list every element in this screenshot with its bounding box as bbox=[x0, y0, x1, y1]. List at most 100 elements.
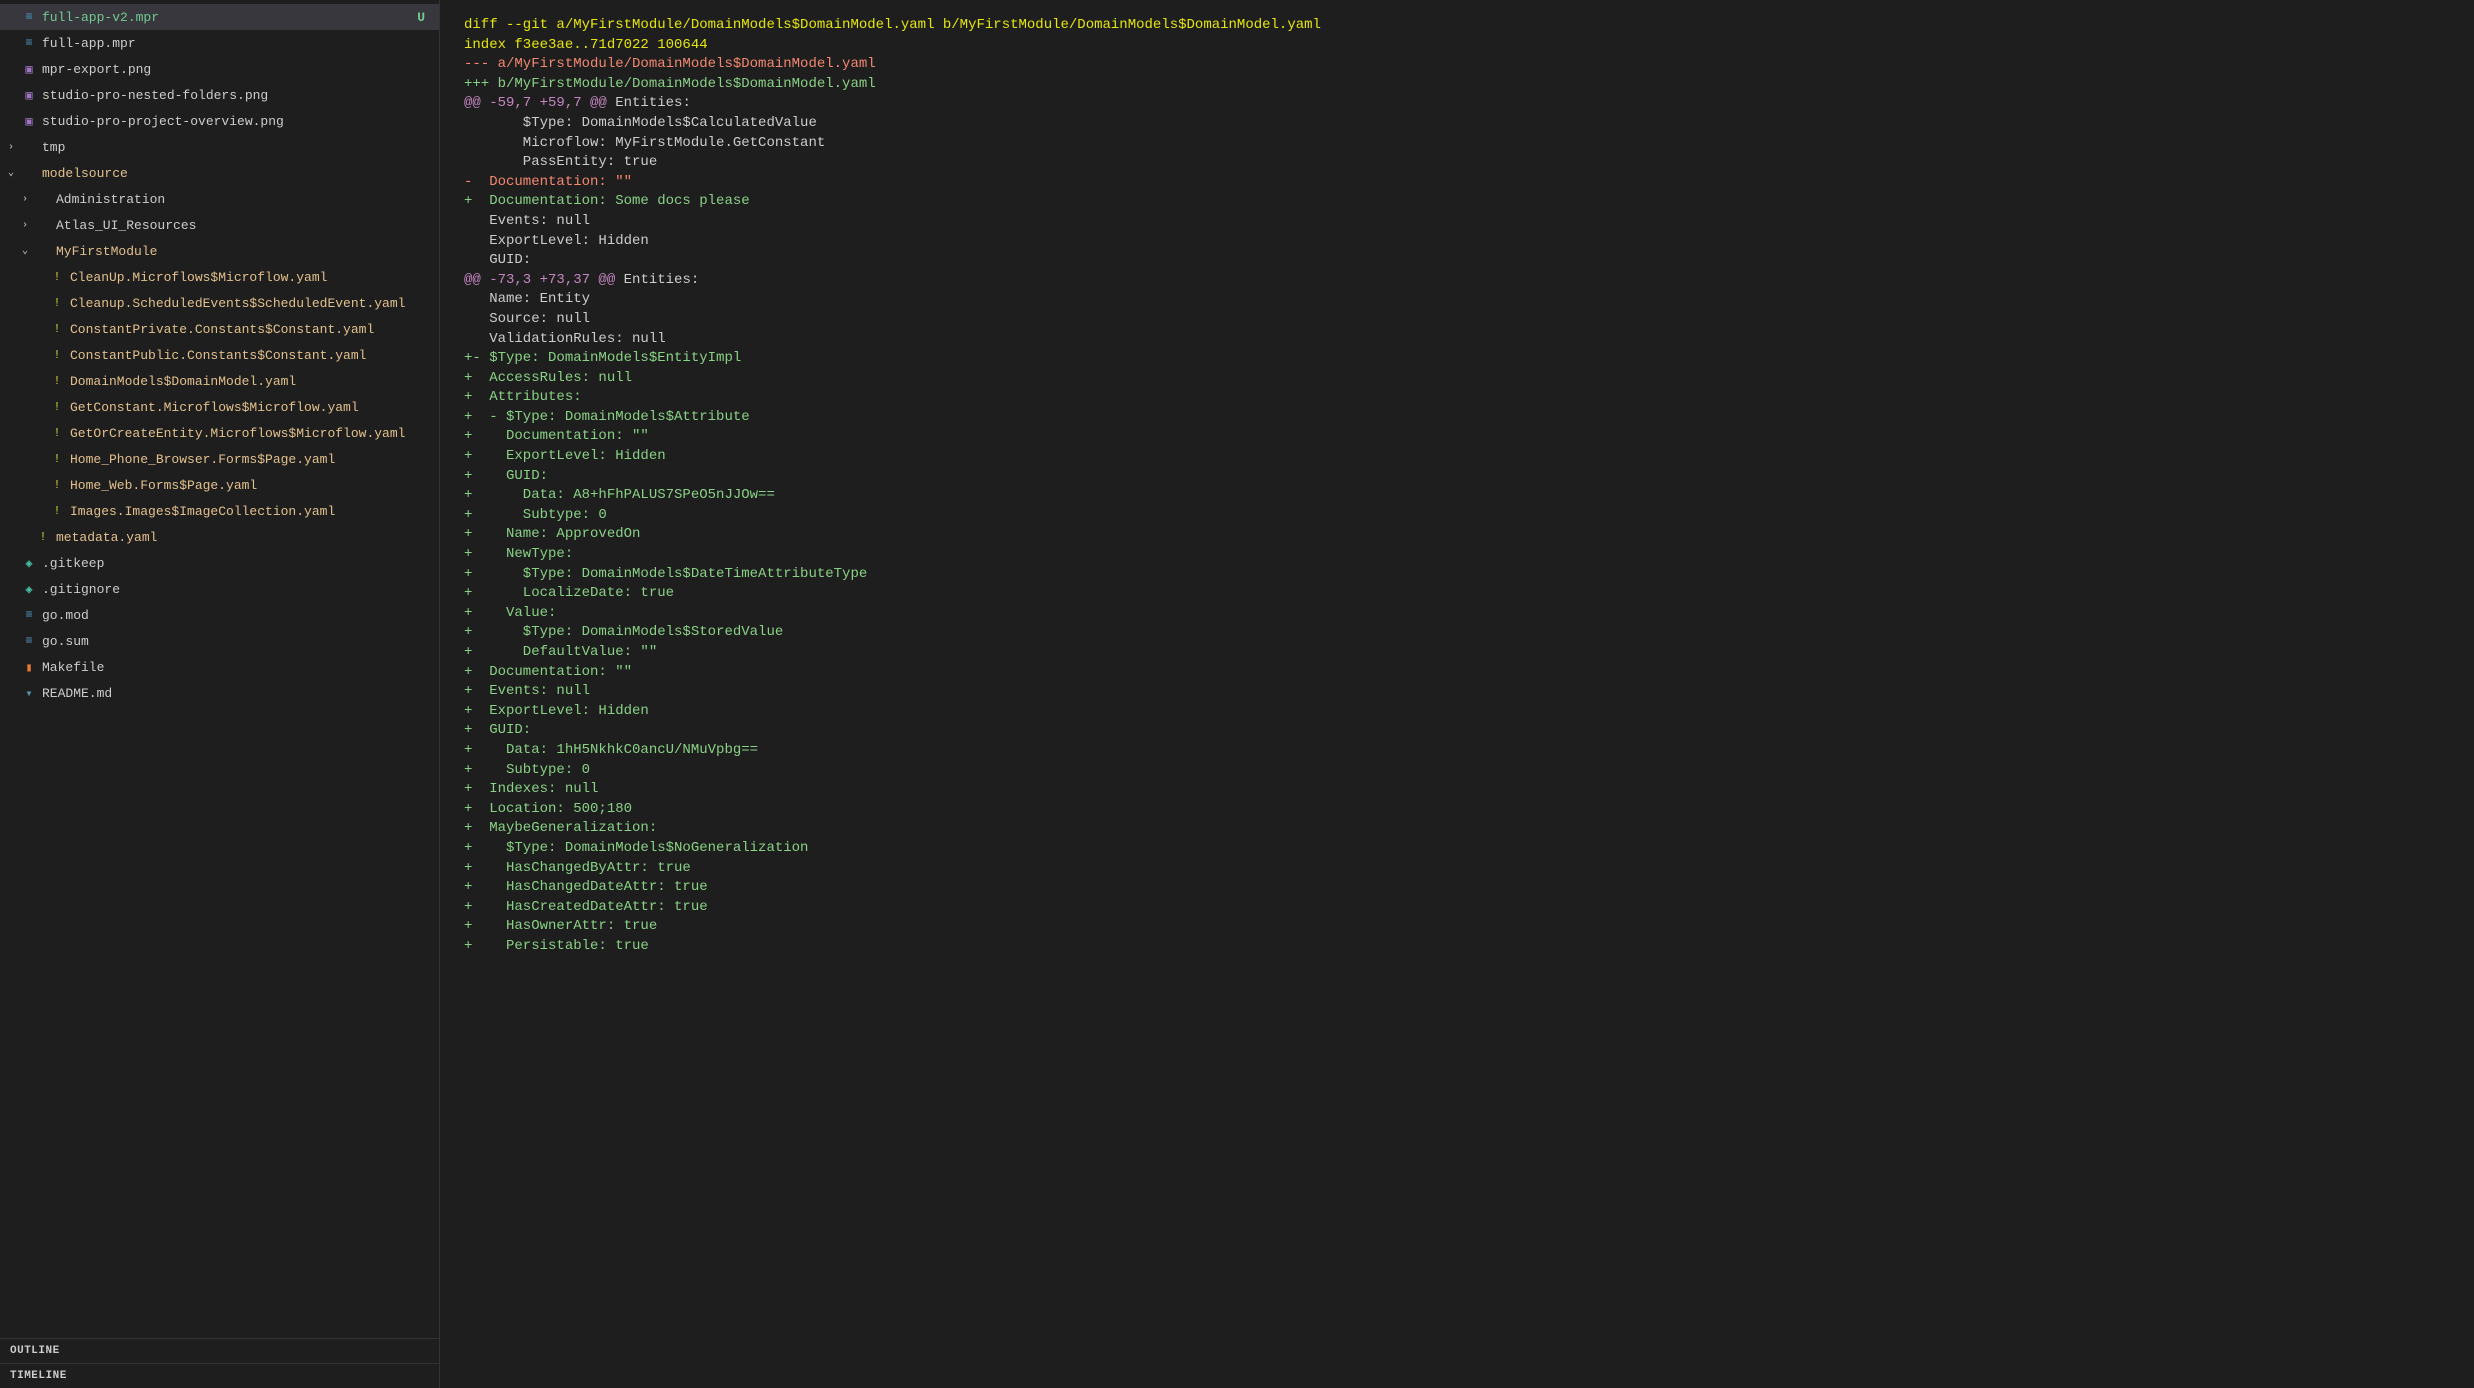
chevron-down-icon[interactable]: ⌄ bbox=[18, 244, 32, 258]
file-label: studio-pro-project-overview.png bbox=[42, 114, 431, 129]
chevron-right-icon[interactable]: › bbox=[4, 140, 18, 154]
diff-line: + HasChangedByAttr: true bbox=[464, 859, 2450, 879]
file-label: ConstantPublic.Constants$Constant.yaml bbox=[70, 348, 431, 363]
yaml-icon: ! bbox=[48, 374, 66, 388]
file-label: GetConstant.Microflows$Microflow.yaml bbox=[70, 400, 431, 415]
diff-line: + MaybeGeneralization: bbox=[464, 819, 2450, 839]
file-label: Cleanup.ScheduledEvents$ScheduledEvent.y… bbox=[70, 296, 431, 311]
tree-item[interactable]: ▣ studio-pro-nested-folders.png bbox=[0, 82, 439, 108]
md-icon: ▾ bbox=[20, 686, 38, 701]
yaml-icon: ! bbox=[48, 270, 66, 284]
diff-line: +++ b/MyFirstModule/DomainModels$DomainM… bbox=[464, 75, 2450, 95]
diff-line: + AccessRules: null bbox=[464, 369, 2450, 389]
diff-line: + HasCreatedDateAttr: true bbox=[464, 898, 2450, 918]
yaml-icon: ! bbox=[48, 322, 66, 336]
tree-item[interactable]: ≡full-app.mpr bbox=[0, 30, 439, 56]
chevron-right-icon[interactable]: › bbox=[18, 192, 32, 206]
tree-item[interactable]: ⌄modelsource bbox=[0, 160, 439, 186]
tree-item[interactable]: › Atlas_UI_Resources bbox=[0, 212, 439, 238]
yaml-icon: ! bbox=[48, 348, 66, 362]
tree-item[interactable]: ≡go.sum bbox=[0, 628, 439, 654]
tree-item[interactable]: ! GetOrCreateEntity.Microflows$Microflow.… bbox=[0, 420, 439, 446]
diff-line: + GUID: bbox=[464, 721, 2450, 741]
diff-line: + Documentation: "" bbox=[464, 427, 2450, 447]
chevron-right-icon[interactable]: › bbox=[18, 218, 32, 232]
diff-line: Events: null bbox=[464, 212, 2450, 232]
file-label: full-app.mpr bbox=[42, 36, 431, 51]
tree-item[interactable]: ▮Makefile bbox=[0, 654, 439, 680]
file-tree[interactable]: ≡full-app-v2.mprU≡full-app.mpr▣mpr-expor… bbox=[0, 0, 439, 1338]
diff-line: + ExportLevel: Hidden bbox=[464, 702, 2450, 722]
yaml-icon: ! bbox=[48, 478, 66, 492]
file-label: ConstantPrivate.Constants$Constant.yaml bbox=[70, 322, 431, 337]
file-label: studio-pro-nested-folders.png bbox=[42, 88, 431, 103]
timeline-panel-header[interactable]: TIMELINE bbox=[0, 1363, 439, 1388]
yaml-icon: ! bbox=[48, 426, 66, 440]
file-label: Administration bbox=[56, 192, 431, 207]
chevron-down-icon[interactable]: ⌄ bbox=[4, 166, 18, 180]
diff-line: @@ -73,3 +73,37 @@ Entities: bbox=[464, 271, 2450, 291]
diff-line: + $Type: DomainModels$NoGeneralization bbox=[464, 839, 2450, 859]
diff-line: + DefaultValue: "" bbox=[464, 643, 2450, 663]
diff-editor[interactable]: diff --git a/MyFirstModule/DomainModels$… bbox=[440, 0, 2474, 1388]
diff-line: + HasChangedDateAttr: true bbox=[464, 878, 2450, 898]
file-label: mpr-export.png bbox=[42, 62, 431, 77]
yaml-icon: ! bbox=[48, 504, 66, 518]
mpr-icon: ≡ bbox=[20, 10, 38, 24]
png-icon: ▣ bbox=[20, 114, 38, 129]
tree-item[interactable]: ! CleanUp.Microflows$Microflow.yaml bbox=[0, 264, 439, 290]
tree-item[interactable]: !Home_Web.Forms$Page.yaml bbox=[0, 472, 439, 498]
diff-line: PassEntity: true bbox=[464, 153, 2450, 173]
tree-item[interactable]: ▣ studio-pro-project-overview.png bbox=[0, 108, 439, 134]
file-label: Atlas_UI_Resources bbox=[56, 218, 431, 233]
outline-panel-header[interactable]: OUTLINE bbox=[0, 1338, 439, 1363]
diff-line: + HasOwnerAttr: true bbox=[464, 917, 2450, 937]
tree-item[interactable]: ! DomainModels$DomainModel.yaml bbox=[0, 368, 439, 394]
file-label: go.mod bbox=[42, 608, 431, 623]
diff-line: --- a/MyFirstModule/DomainModels$DomainM… bbox=[464, 55, 2450, 75]
tree-item[interactable]: !metadata.yaml bbox=[0, 524, 439, 550]
file-label: README.md bbox=[42, 686, 431, 701]
file-label: .gitignore bbox=[42, 582, 431, 597]
diff-line: diff --git a/MyFirstModule/DomainModels$… bbox=[464, 16, 2450, 36]
tree-item[interactable]: ⌄MyFirstModule bbox=[0, 238, 439, 264]
tree-item[interactable]: !Images.Images$ImageCollection.yaml bbox=[0, 498, 439, 524]
file-label: CleanUp.Microflows$Microflow.yaml bbox=[70, 270, 431, 285]
tree-item[interactable]: !Home_Phone_Browser.Forms$Page.yaml bbox=[0, 446, 439, 472]
tree-item[interactable]: ! Cleanup.ScheduledEvents$ScheduledEvent.… bbox=[0, 290, 439, 316]
tree-item[interactable]: ! GetConstant.Microflows$Microflow.yaml bbox=[0, 394, 439, 420]
tree-item[interactable]: ▾ README.md bbox=[0, 680, 439, 706]
tree-item[interactable]: › Administration bbox=[0, 186, 439, 212]
yaml-icon: ! bbox=[48, 452, 66, 466]
diff-line: GUID: bbox=[464, 251, 2450, 271]
diff-line: + Subtype: 0 bbox=[464, 761, 2450, 781]
diff-line: + Data: A8+hFhPALUS7SPeO5nJJOw== bbox=[464, 486, 2450, 506]
diff-line: + - $Type: DomainModels$Attribute bbox=[464, 408, 2450, 428]
tree-item[interactable]: ◈.gitignore bbox=[0, 576, 439, 602]
diff-line: Source: null bbox=[464, 310, 2450, 330]
diff-line: + ExportLevel: Hidden bbox=[464, 447, 2450, 467]
tree-item[interactable]: ≡go.mod bbox=[0, 602, 439, 628]
file-label: DomainModels$DomainModel.yaml bbox=[70, 374, 431, 389]
file-label: GetOrCreateEntity.Microflows$Microflow.y… bbox=[70, 426, 431, 441]
diff-line: + Documentation: "" bbox=[464, 663, 2450, 683]
tree-item[interactable]: › tmp bbox=[0, 134, 439, 160]
diff-line: + Name: ApprovedOn bbox=[464, 525, 2450, 545]
yaml-icon: ! bbox=[48, 296, 66, 310]
diff-line: +- $Type: DomainModels$EntityImpl bbox=[464, 349, 2450, 369]
tree-item[interactable]: ! ConstantPublic.Constants$Constant.yaml bbox=[0, 342, 439, 368]
tree-item[interactable]: ! ConstantPrivate.Constants$Constant.yaml bbox=[0, 316, 439, 342]
diff-line: + Location: 500;180 bbox=[464, 800, 2450, 820]
file-label: tmp bbox=[42, 140, 431, 155]
diff-line: index f3ee3ae..71d7022 100644 bbox=[464, 36, 2450, 56]
png-icon: ▣ bbox=[20, 88, 38, 103]
file-label: go.sum bbox=[42, 634, 431, 649]
png-icon: ▣ bbox=[20, 62, 38, 77]
tree-item[interactable]: ◈.gitkeep bbox=[0, 550, 439, 576]
yaml-icon: ! bbox=[48, 400, 66, 414]
diff-line: + $Type: DomainModels$DateTimeAttributeT… bbox=[464, 565, 2450, 585]
tree-item[interactable]: ▣ mpr-export.png bbox=[0, 56, 439, 82]
makefile-icon: ▮ bbox=[20, 660, 38, 675]
tree-item[interactable]: ≡full-app-v2.mprU bbox=[0, 4, 439, 30]
diff-line: @@ -59,7 +59,7 @@ Entities: bbox=[464, 94, 2450, 114]
